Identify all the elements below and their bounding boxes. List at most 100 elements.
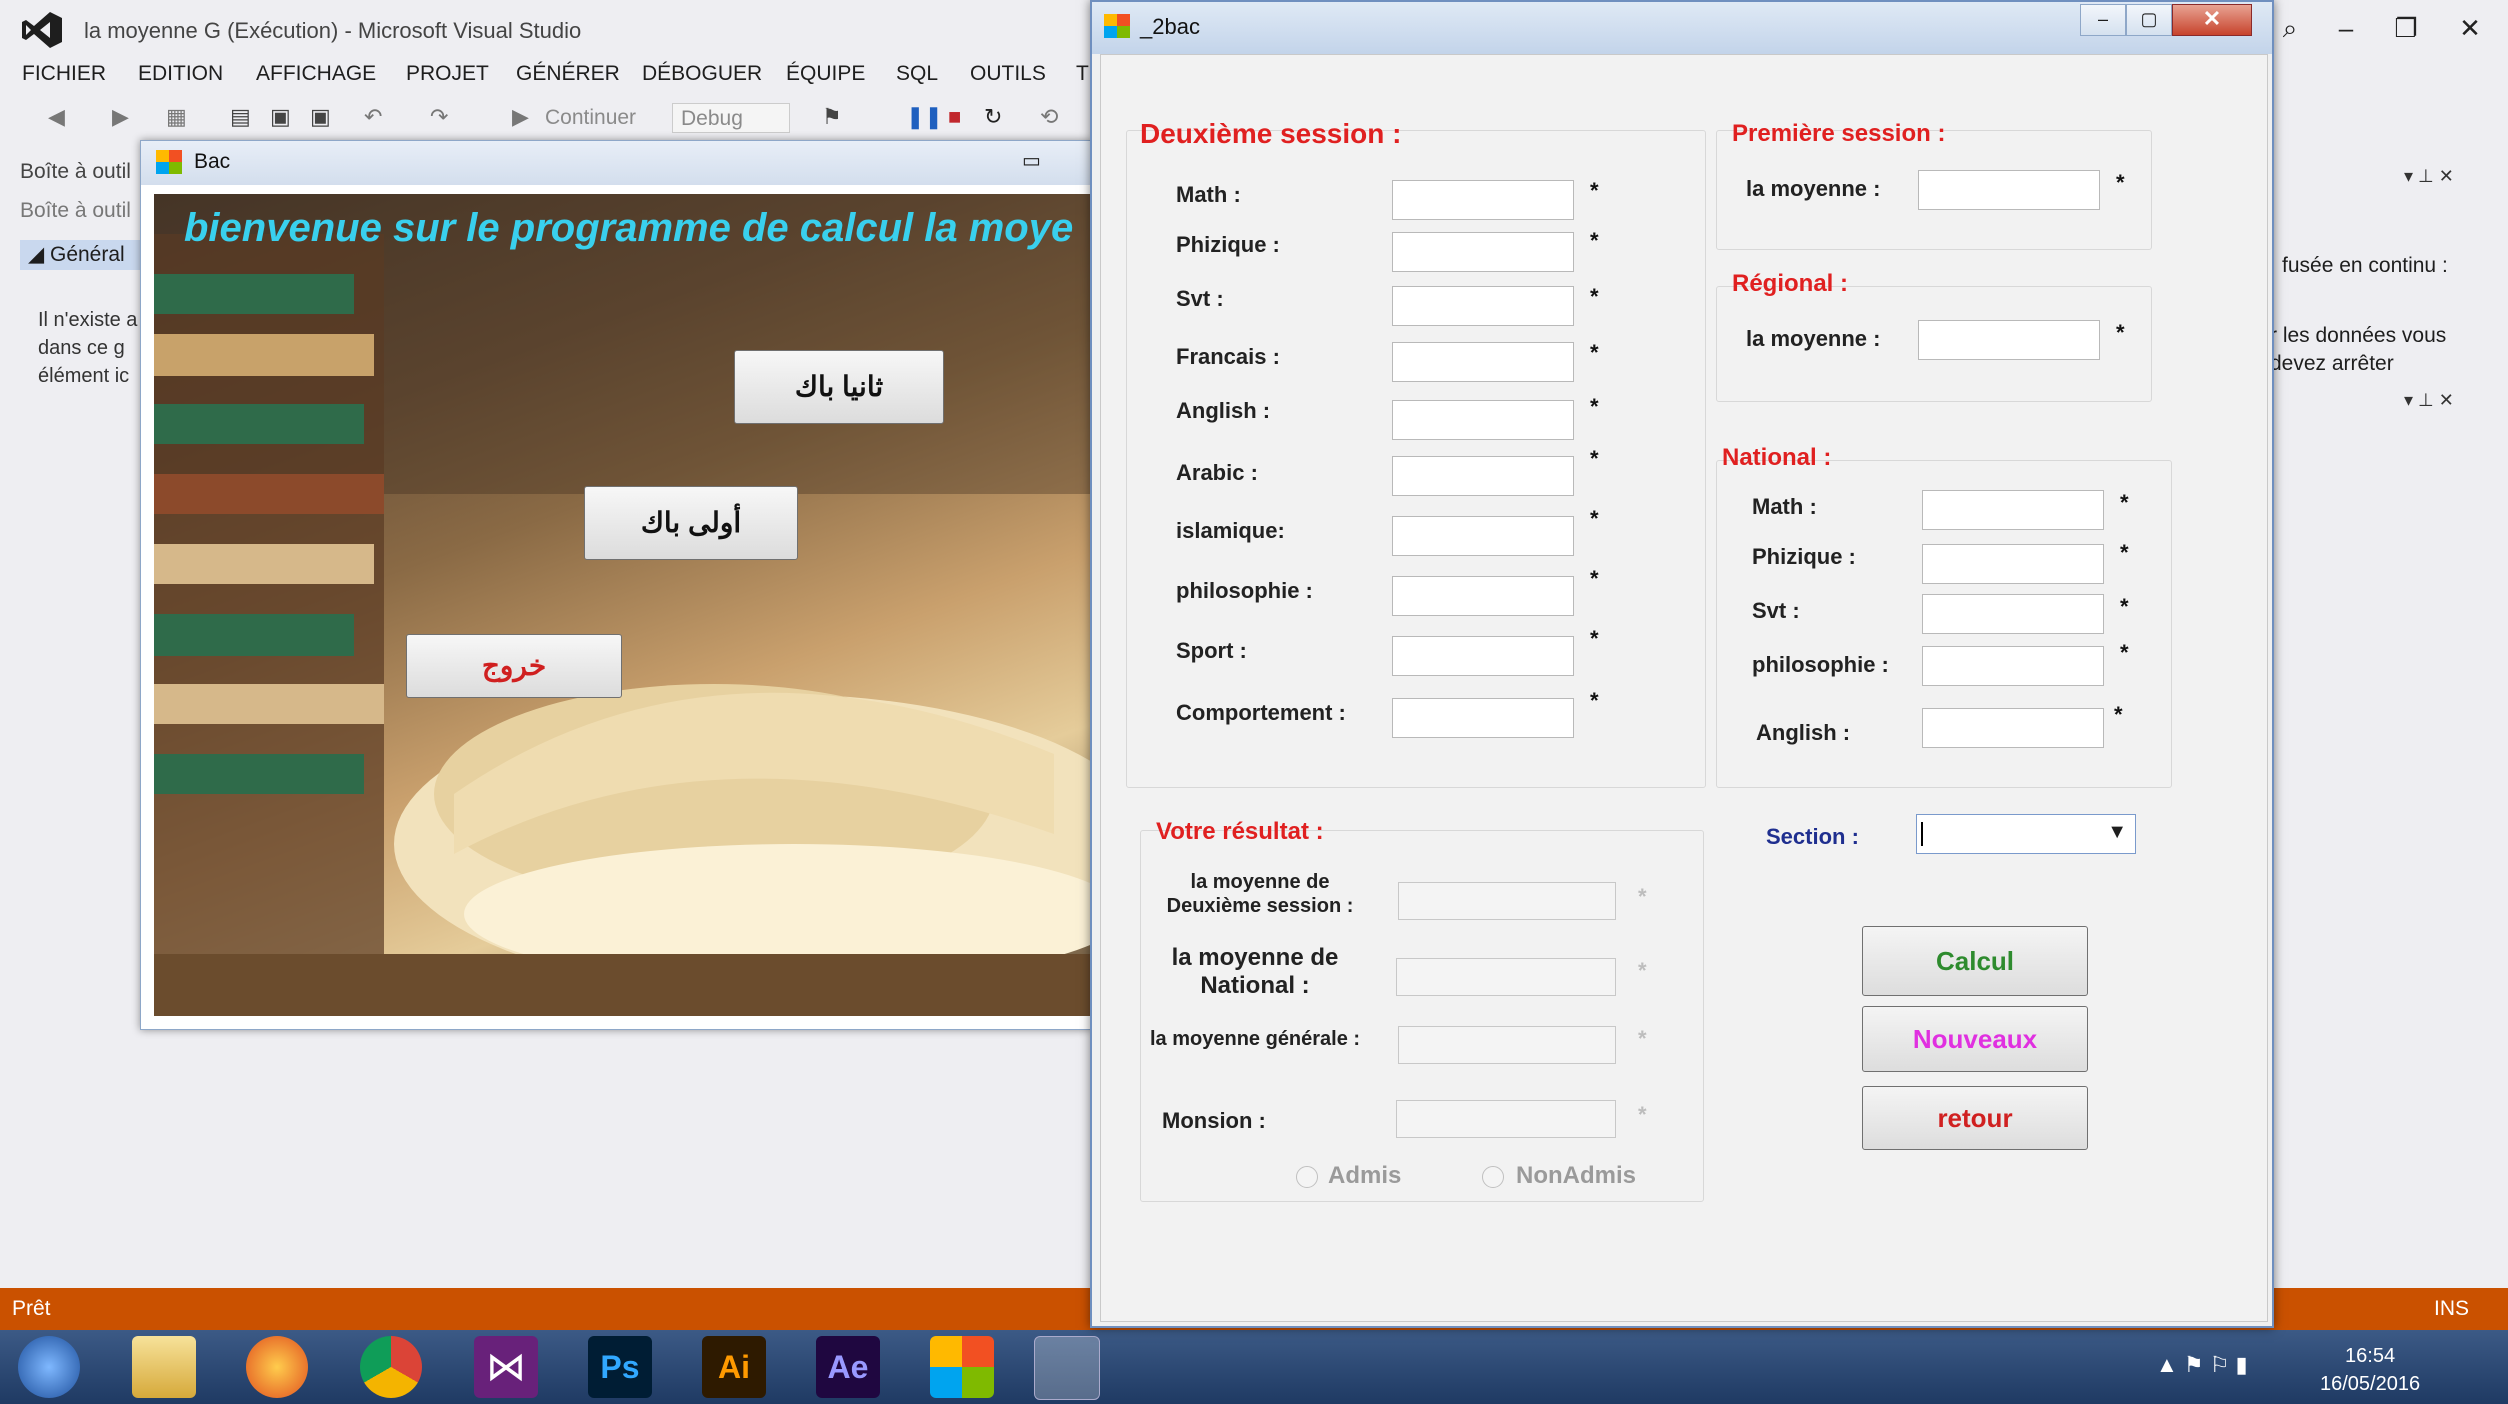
- input-islamique[interactable]: [1392, 516, 1574, 556]
- label-mention: Monsion :: [1162, 1108, 1266, 1133]
- input-comportement[interactable]: [1392, 698, 1574, 738]
- bac2-close-button[interactable]: ✕: [2172, 4, 2252, 36]
- chrome-icon[interactable]: [360, 1336, 422, 1398]
- required-mark: *: [1638, 958, 1647, 983]
- redo-icon[interactable]: ↷: [430, 104, 448, 130]
- menu-generer[interactable]: GÉNÉRER: [516, 62, 620, 86]
- input-nat-svt[interactable]: [1922, 594, 2104, 634]
- toolbox-search-input[interactable]: Boîte à outil: [20, 199, 131, 223]
- bac2-minimize-button[interactable]: –: [2080, 4, 2126, 36]
- input-math[interactable]: [1392, 180, 1574, 220]
- output-moy-gen: [1398, 1026, 1616, 1064]
- menu-deboguer[interactable]: DÉBOGUER: [642, 62, 762, 86]
- input-phizique[interactable]: [1392, 232, 1574, 272]
- menu-equipe[interactable]: ÉQUIPE: [786, 62, 865, 86]
- new-project-icon[interactable]: ▦: [166, 104, 187, 130]
- input-regional-moyenne[interactable]: [1918, 320, 2100, 360]
- bac-minimize-button[interactable]: ▭: [1022, 148, 1041, 173]
- stop-icon[interactable]: ■: [948, 104, 961, 130]
- firefox-icon[interactable]: [246, 1336, 308, 1398]
- regional-title: Régional :: [1732, 270, 1849, 297]
- retour-button[interactable]: retour: [1862, 1086, 2088, 1150]
- save-icon[interactable]: ▣: [270, 104, 291, 130]
- label-anglish: Anglish :: [1176, 398, 1271, 423]
- bac2-maximize-button[interactable]: ▢: [2126, 4, 2172, 36]
- label-moy-second: la moyenne de Deuxième session :: [1162, 870, 1358, 918]
- menu-t[interactable]: T: [1076, 62, 1089, 86]
- input-sport[interactable]: [1392, 636, 1574, 676]
- after-effects-icon[interactable]: Ae: [816, 1336, 880, 1398]
- required-mark: *: [1590, 284, 1599, 309]
- menu-sql[interactable]: SQL: [896, 62, 938, 86]
- start-button-icon[interactable]: [18, 1336, 80, 1398]
- visual-studio-icon[interactable]: ⋈: [474, 1336, 538, 1398]
- tray-icons[interactable]: ▲ ⚑ ⚐ ▮: [2156, 1352, 2248, 1378]
- restart-icon[interactable]: ↻: [984, 104, 1002, 130]
- panel2-dropdown-icon[interactable]: ▾ ⊥ ✕: [2404, 390, 2454, 411]
- illustrator-icon[interactable]: Ai: [702, 1336, 766, 1398]
- calcul-button[interactable]: Calcul: [1862, 926, 2088, 996]
- nouveaux-button[interactable]: Nouveaux: [1862, 1006, 2088, 1072]
- required-mark: *: [2114, 702, 2123, 727]
- menu-edition[interactable]: EDITION: [138, 62, 223, 86]
- explorer-icon[interactable]: [132, 1336, 196, 1398]
- tray-clock[interactable]: 16:54 16/05/2016: [2320, 1342, 2420, 1398]
- toolbox-group-general[interactable]: ◢ Général: [20, 240, 140, 270]
- btn-exit[interactable]: خروج: [406, 634, 622, 698]
- photoshop-icon[interactable]: Ps: [588, 1336, 652, 1398]
- attach-icon[interactable]: ⚑: [822, 104, 842, 130]
- vs-close-button[interactable]: ✕: [2446, 8, 2494, 48]
- undo-icon[interactable]: ↶: [364, 104, 382, 130]
- continue-button[interactable]: Continuer: [545, 106, 636, 130]
- status-ins: INS: [2434, 1297, 2470, 1320]
- menu-projet[interactable]: PROJET: [406, 62, 489, 86]
- label-moy-second-line2: Deuxième session :: [1166, 895, 1354, 917]
- continue-play-icon[interactable]: ▶: [512, 104, 529, 130]
- vs-minimize-button[interactable]: –: [2322, 8, 2370, 48]
- open-icon[interactable]: ▤: [230, 104, 251, 130]
- output-mention: [1396, 1100, 1616, 1138]
- chevron-down-icon[interactable]: ▼: [2107, 821, 2127, 844]
- menu-affichage[interactable]: AFFICHAGE: [256, 62, 376, 86]
- input-nat-math[interactable]: [1922, 490, 2104, 530]
- pause-icon[interactable]: ❚❚: [906, 104, 943, 130]
- save-all-icon[interactable]: ▣: [310, 104, 331, 130]
- label-first-moyenne: la moyenne :: [1746, 176, 1881, 201]
- input-arabic[interactable]: [1392, 456, 1574, 496]
- input-nat-anglish[interactable]: [1922, 708, 2104, 748]
- required-mark: *: [1590, 340, 1599, 365]
- label-moy-nat-line2: National :: [1200, 972, 1310, 999]
- output-moy-second: [1398, 882, 1616, 920]
- input-nat-philosophie[interactable]: [1922, 646, 2104, 686]
- required-mark: *: [1590, 688, 1599, 713]
- running-form-icon[interactable]: [1034, 1336, 1100, 1400]
- toolbox-title[interactable]: Boîte à outil: [20, 160, 131, 184]
- solution-config-dropdown[interactable]: Debug: [672, 103, 790, 133]
- form-icon: [156, 150, 182, 174]
- forward-icon[interactable]: ▶: [112, 104, 129, 130]
- btn-1bac[interactable]: أولى باك: [584, 486, 798, 560]
- label-nat-phizique: Phizique :: [1752, 544, 1856, 569]
- windows-app-icon[interactable]: [930, 1336, 994, 1398]
- required-mark: *: [2116, 320, 2125, 345]
- visual-studio-logo-icon: [22, 12, 62, 48]
- input-anglish[interactable]: [1392, 400, 1574, 440]
- input-francais[interactable]: [1392, 342, 1574, 382]
- input-nat-phizique[interactable]: [1922, 544, 2104, 584]
- label-regional-moyenne: la moyenne :: [1746, 326, 1881, 351]
- radio-admis[interactable]: [1296, 1166, 1318, 1188]
- vs-restore-button[interactable]: ❐: [2382, 8, 2430, 48]
- menu-fichier[interactable]: FICHIER: [22, 62, 106, 86]
- panel-dropdown-icon[interactable]: ▾ ⊥ ✕: [2404, 166, 2454, 187]
- input-philosophie[interactable]: [1392, 576, 1574, 616]
- input-first-moyenne[interactable]: [1918, 170, 2100, 210]
- back-icon[interactable]: ◀: [48, 104, 65, 130]
- section-select[interactable]: ▼: [1916, 814, 2136, 854]
- label-nat-anglish: Anglish :: [1756, 720, 1851, 745]
- required-mark: *: [1590, 228, 1599, 253]
- input-svt[interactable]: [1392, 286, 1574, 326]
- show-next-icon[interactable]: ⟲: [1040, 104, 1058, 130]
- radio-nonadmis[interactable]: [1482, 1166, 1504, 1188]
- btn-2bac[interactable]: ثانيا باك: [734, 350, 944, 424]
- menu-outils[interactable]: OUTILS: [970, 62, 1046, 86]
